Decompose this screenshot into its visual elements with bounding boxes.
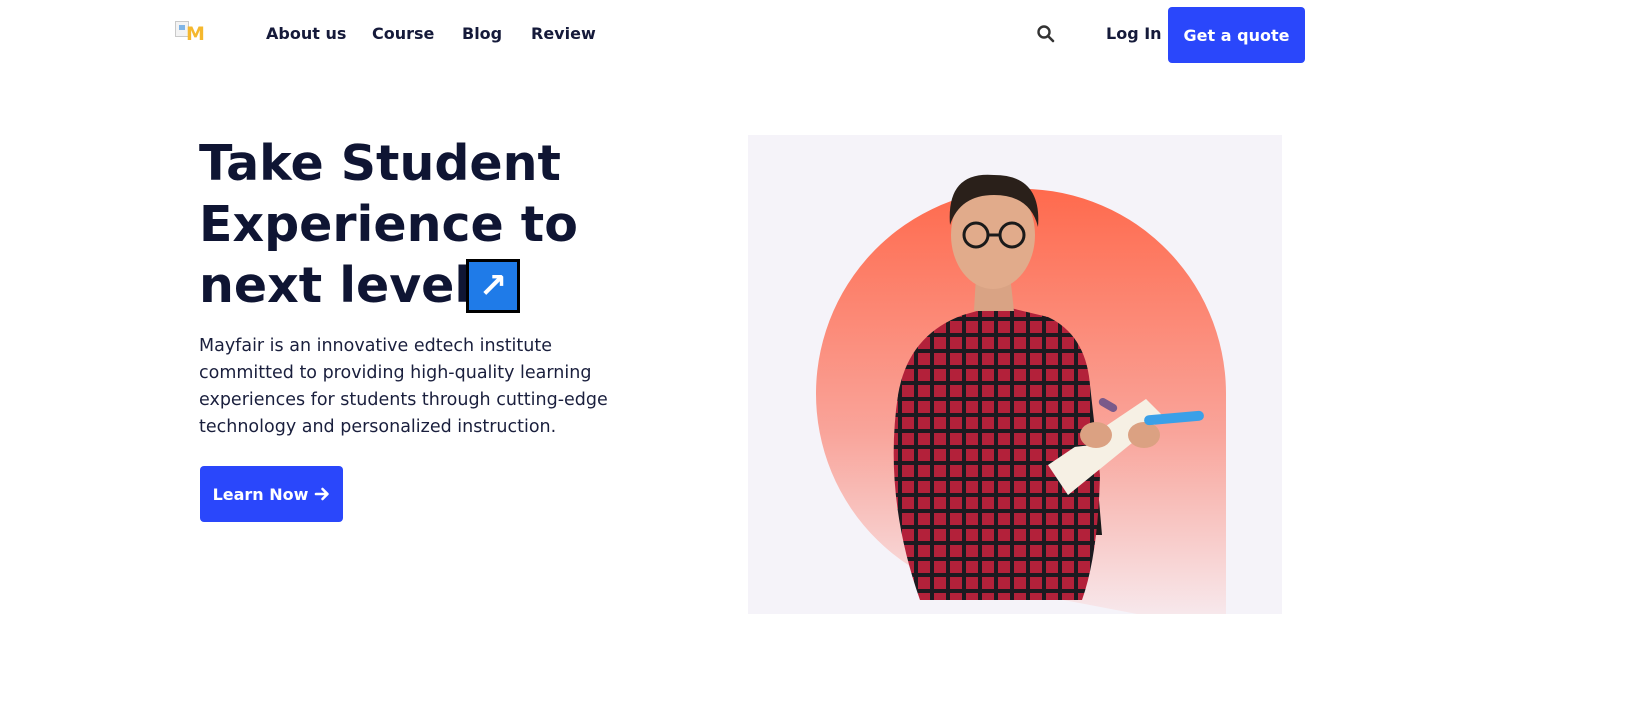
search-icon[interactable]: [1036, 24, 1056, 44]
arrow-right-icon: [315, 487, 330, 501]
nav-blog[interactable]: Blog: [462, 24, 502, 43]
hero-headline: Take Student Experience to next level: [199, 133, 669, 316]
nav-course[interactable]: Course: [372, 24, 434, 43]
login-link[interactable]: Log In: [1106, 24, 1162, 43]
hero-student-image: [748, 135, 1282, 614]
headline-line-3: next level: [199, 257, 472, 314]
get-a-quote-button[interactable]: Get a quote: [1168, 7, 1305, 63]
nav-about-us[interactable]: About us: [266, 24, 346, 43]
headline-line-2: Experience to: [199, 196, 578, 253]
hero-description: Mayfair is an innovative edtech institut…: [199, 336, 608, 437]
headline-line-1: Take Student: [199, 135, 561, 192]
logo[interactable]: M: [175, 21, 215, 47]
learn-now-button[interactable]: Learn Now: [200, 466, 343, 522]
arrow-up-right-icon: ↗: [466, 259, 520, 313]
logo-text: M: [186, 23, 205, 45]
learn-now-label: Learn Now: [212, 484, 309, 504]
nav-review[interactable]: Review: [531, 24, 596, 43]
